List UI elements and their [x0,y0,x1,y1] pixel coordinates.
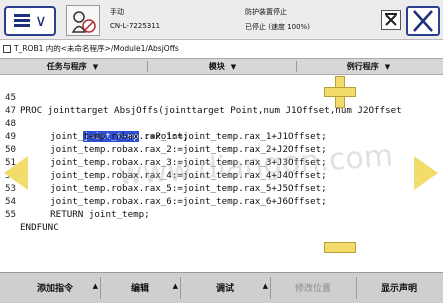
triangle-up-icon: ▲ [262,282,268,290]
tab-modules[interactable]: 模块 ▼ [160,59,285,74]
module-icon [3,45,11,53]
add-instruction-button[interactable]: 添加指令 ▲ [20,277,98,301]
debug-button[interactable]: 调试 ▲ [190,277,268,301]
modify-position-button[interactable]: 修改位置 [278,277,348,301]
code-line[interactable]: 55 ENDFUNC [0,195,443,233]
tab-tasks-programs[interactable]: 任务与程序 ▼ [10,59,135,74]
triangle-up-icon: ▲ [92,282,98,290]
status-bar: ∨ 手动 CN-L-7225311 防护装置停止 已停止 (速度 100%) [0,0,443,40]
code-line[interactable]: 47 joint_temp :=Point; [0,91,443,142]
code-line[interactable]: 49 joint_temp.robax.rax_2:=joint_temp.ra… [0,117,443,155]
scroll-left-button[interactable] [4,156,28,190]
run-status: 已停止 (速度 100%) [245,23,310,31]
tab-routines[interactable]: 例行程序 ▼ [306,59,431,74]
close-icon [413,10,433,32]
close-button[interactable] [406,6,440,36]
breadcrumb: T_ROB1 内的<未命名程序>/Module1/AbsjOffs [0,42,443,56]
operation-mode: 手动 [110,8,124,16]
breadcrumb-path: T_ROB1 内的<未命名程序>/Module1/AbsjOffs [14,44,179,53]
robot-status-icon[interactable] [66,5,100,36]
show-declaration-button[interactable]: 显示声明 [364,277,434,301]
hamburger-icon [14,14,30,28]
chevron-down-icon: ∨ [35,11,47,30]
controller-id: CN-L-7225311 [110,22,161,30]
main-menu-button[interactable]: ∨ [4,6,56,36]
triangle-down-icon: ▼ [384,63,391,71]
edit-button[interactable]: 编辑 ▲ [110,277,178,301]
triangle-up-icon: ▲ [172,282,178,290]
task-icon[interactable] [381,10,401,30]
triangle-down-icon: ▼ [92,63,99,71]
safety-status: 防护装置停止 [245,8,287,16]
program-nav-tabs: 任务与程序 ▼ 模块 ▼ 例行程序 ▼ [0,58,443,75]
code-line[interactable]: 45 PROC jointtarget AbsjOffs(jointtarget… [0,78,443,116]
code-line[interactable]: 48 joint_temp.robax.rax_1:=joint_temp.ra… [0,104,443,142]
bottom-toolbar: 添加指令 ▲ 编辑 ▲ 调试 ▲ 修改位置 显示声明 [0,272,443,303]
triangle-down-icon: ▼ [230,63,237,71]
zoom-out-button[interactable] [324,242,356,253]
scroll-right-button[interactable] [414,156,438,190]
zoom-in-button[interactable] [324,76,356,108]
